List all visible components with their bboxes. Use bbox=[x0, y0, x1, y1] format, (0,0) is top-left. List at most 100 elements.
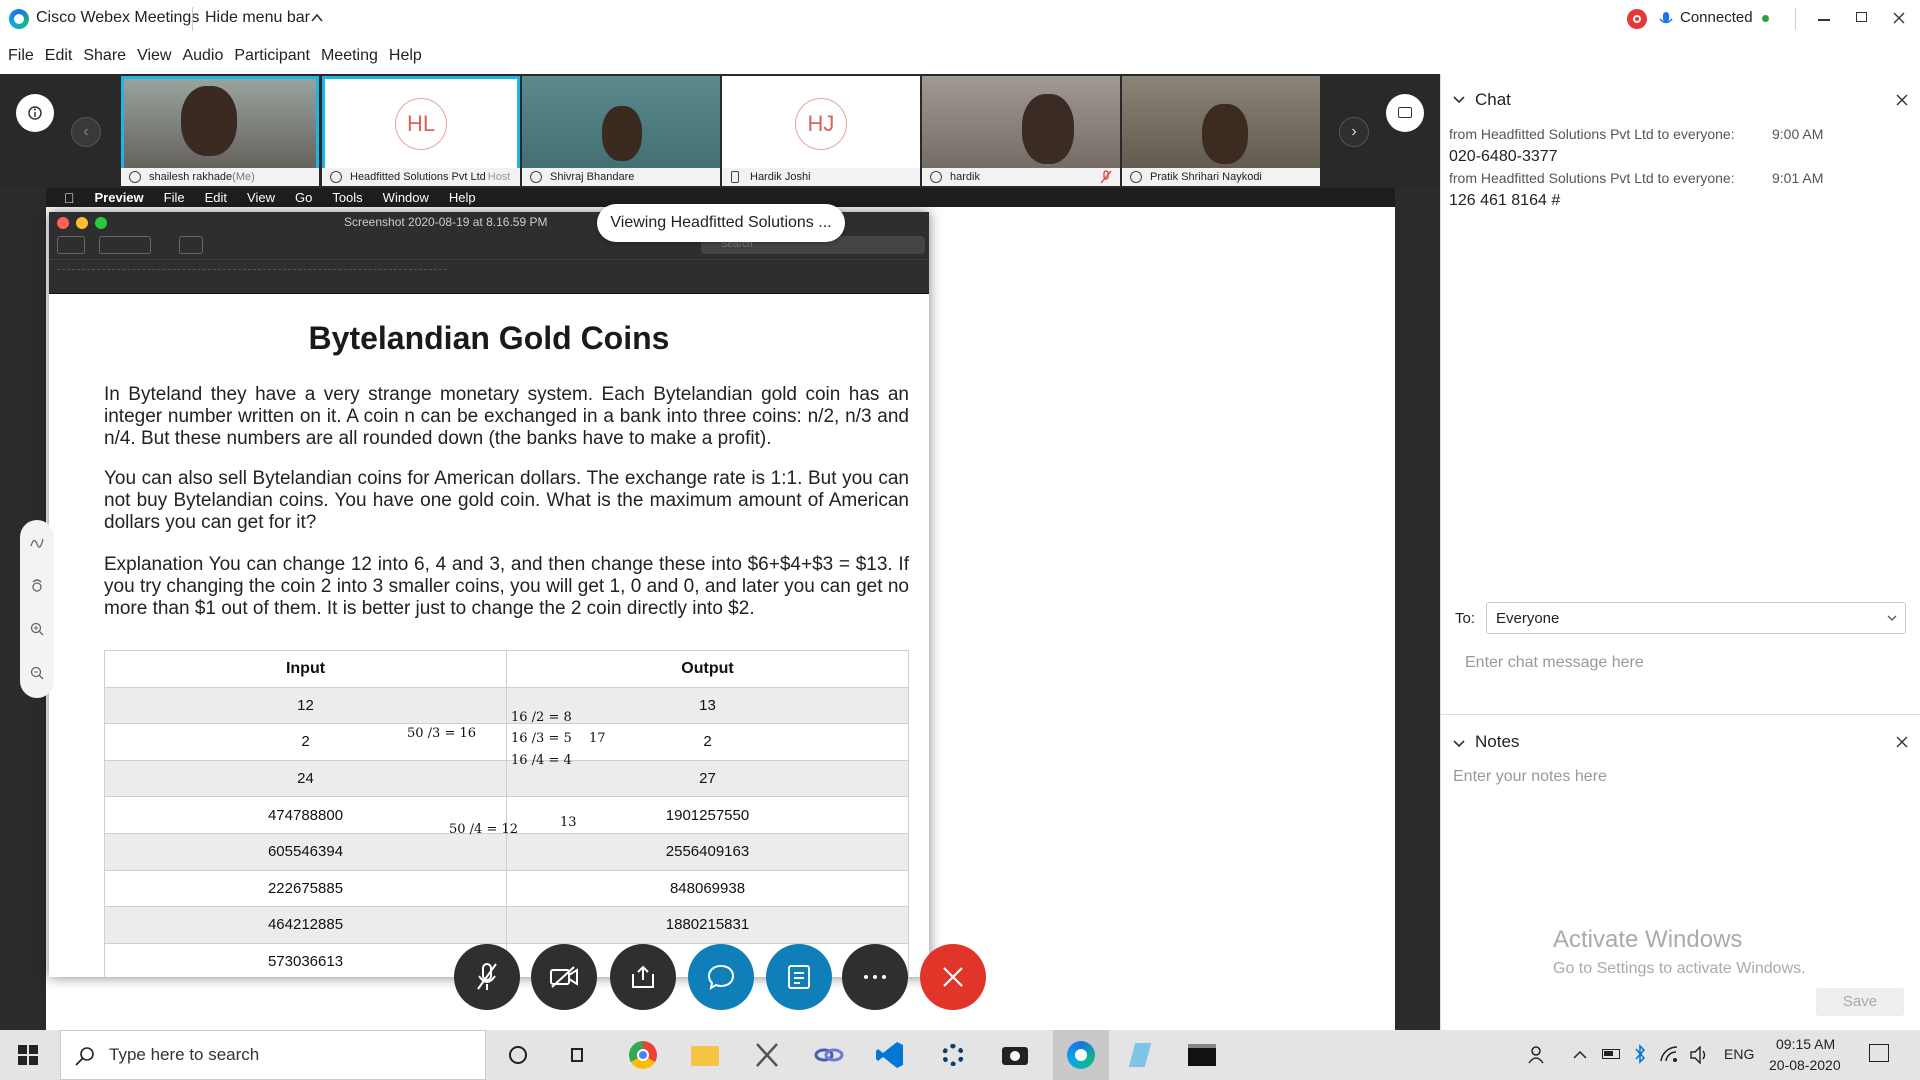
zoom-in-icon[interactable] bbox=[30, 622, 44, 636]
participant-name: Shivraj Bhandare bbox=[550, 171, 635, 183]
participant-name: hardik bbox=[950, 171, 980, 183]
chevron-down-icon[interactable] bbox=[1453, 740, 1465, 748]
menu-edit[interactable]: Edit bbox=[45, 47, 73, 65]
webex-taskbar-active[interactable] bbox=[1053, 1030, 1109, 1080]
windows-taskbar: Type here to search ENG 09:15 AM 20-08-2… bbox=[0, 1030, 1920, 1080]
notes-panel-title: Notes bbox=[1475, 732, 1520, 751]
participant-tile[interactable]: Pratik Shrihari Naykodi bbox=[1122, 76, 1320, 186]
chat-button[interactable] bbox=[688, 944, 754, 1010]
close-notes-icon[interactable] bbox=[1896, 736, 1908, 748]
notes-save-button[interactable]: Save bbox=[1816, 988, 1904, 1016]
participant-tile[interactable]: Shivraj Bhandare bbox=[522, 76, 720, 186]
search-icon bbox=[75, 1047, 94, 1066]
task-view-icon[interactable] bbox=[565, 1040, 597, 1070]
minimize-icon[interactable] bbox=[1818, 19, 1830, 21]
clock-date[interactable]: 20-08-2020 bbox=[1769, 1057, 1841, 1073]
watermark-title: Activate Windows bbox=[1553, 926, 1743, 953]
chrome-icon[interactable] bbox=[627, 1040, 659, 1070]
viewing-indicator[interactable]: Viewing Headfitted Solutions ... bbox=[597, 204, 845, 242]
mac-menu-preview: Preview bbox=[84, 190, 144, 205]
chat-recipient-select[interactable]: Everyone bbox=[1486, 602, 1906, 634]
annotation-text: 16 /2 = 8 bbox=[511, 710, 572, 725]
share-content-button[interactable] bbox=[610, 944, 676, 1010]
battery-icon[interactable] bbox=[1602, 1049, 1620, 1059]
annotation-text: 16 /4 = 4 bbox=[511, 753, 572, 768]
vscode-icon[interactable] bbox=[875, 1040, 907, 1070]
menu-audio[interactable]: Audio bbox=[182, 47, 223, 65]
language-indicator[interactable]: ENG bbox=[1724, 1046, 1754, 1062]
scroll-right-icon[interactable]: › bbox=[1339, 117, 1369, 147]
meeting-info-icon[interactable] bbox=[16, 94, 54, 132]
video-off-icon bbox=[550, 966, 578, 988]
snipping-tool-icon[interactable] bbox=[751, 1040, 783, 1070]
annotate-icon[interactable] bbox=[30, 536, 44, 548]
table-row: 12 13 bbox=[104, 686, 909, 725]
terminal-icon[interactable] bbox=[1186, 1040, 1218, 1070]
settings-gear-icon[interactable] bbox=[937, 1040, 969, 1070]
menu-file[interactable]: File bbox=[8, 47, 34, 65]
participant-tile[interactable]: hardik bbox=[922, 76, 1120, 186]
cortana-icon[interactable] bbox=[509, 1046, 527, 1064]
chevron-up-icon[interactable] bbox=[1573, 1050, 1587, 1059]
table-cell: 2556409163 bbox=[506, 832, 909, 871]
zoom-out-icon[interactable] bbox=[30, 666, 44, 680]
notes-input[interactable]: Enter your notes here bbox=[1453, 768, 1893, 786]
menu-meeting[interactable]: Meeting bbox=[321, 47, 378, 65]
table-cell: 222675885 bbox=[104, 869, 507, 908]
camera-icon[interactable] bbox=[999, 1040, 1031, 1070]
participant-strip: ‹ shailesh rakhade(Me) HL Headfitted Sol… bbox=[0, 74, 1440, 188]
participant-tile[interactable]: HL Headfitted Solutions Pvt Ltd Host bbox=[322, 76, 520, 186]
chevron-down-icon[interactable] bbox=[1453, 96, 1465, 104]
notepad-icon[interactable] bbox=[1124, 1040, 1156, 1070]
chat-message-input[interactable]: Enter chat message here bbox=[1465, 654, 1905, 672]
menu-help[interactable]: Help bbox=[389, 47, 422, 65]
mute-button[interactable] bbox=[454, 944, 520, 1010]
muted-mic-icon bbox=[477, 963, 497, 990]
remote-control-icon[interactable] bbox=[30, 578, 44, 592]
video-button[interactable] bbox=[531, 944, 597, 1010]
recording-icon[interactable] bbox=[1627, 9, 1647, 29]
link-app-icon[interactable] bbox=[813, 1040, 845, 1070]
leave-meeting-button[interactable] bbox=[920, 944, 986, 1010]
notification-center-icon[interactable] bbox=[1869, 1044, 1889, 1062]
close-chat-icon[interactable] bbox=[1896, 94, 1908, 106]
hide-menu-bar-button[interactable]: Hide menu bar bbox=[205, 9, 310, 27]
volume-icon[interactable] bbox=[1690, 1046, 1710, 1064]
chat-message-time: 9:00 AM bbox=[1772, 126, 1824, 142]
table-header: Input bbox=[104, 650, 507, 688]
table-cell: 605546394 bbox=[104, 832, 507, 871]
clock-time[interactable]: 09:15 AM bbox=[1776, 1036, 1835, 1052]
menu-share[interactable]: Share bbox=[83, 47, 126, 65]
annotation-text: 17 bbox=[589, 731, 606, 746]
notes-button[interactable] bbox=[766, 944, 832, 1010]
scroll-left-icon[interactable]: ‹ bbox=[71, 117, 101, 147]
share-screen-icon bbox=[632, 965, 654, 988]
window-divider bbox=[1795, 8, 1796, 30]
zoom-dot-icon bbox=[95, 217, 107, 229]
side-panel: Chat from Headfitted Solutions Pvt Ltd t… bbox=[1440, 74, 1920, 1030]
people-icon[interactable] bbox=[1528, 1045, 1548, 1065]
annotation-tools bbox=[20, 520, 54, 698]
participant-suffix: (Me) bbox=[232, 171, 255, 183]
file-explorer-icon[interactable] bbox=[689, 1040, 721, 1070]
more-options-button[interactable] bbox=[842, 944, 908, 1010]
close-window-icon[interactable] bbox=[1893, 12, 1905, 24]
participant-video bbox=[181, 86, 237, 156]
layout-toggle-icon[interactable] bbox=[1386, 94, 1424, 132]
mac-menu-tools: Tools bbox=[321, 190, 362, 205]
menu-view[interactable]: View bbox=[137, 47, 171, 65]
table-cell: 1880215831 bbox=[506, 906, 909, 944]
table-cell: 464212885 bbox=[104, 906, 507, 944]
taskbar-search-placeholder: Type here to search bbox=[109, 1045, 260, 1064]
chevron-up-icon[interactable] bbox=[311, 13, 323, 23]
restore-icon[interactable] bbox=[1856, 12, 1867, 22]
participant-tile[interactable]: shailesh rakhade(Me) bbox=[121, 76, 319, 186]
participant-tile[interactable]: HJ Hardik Joshi bbox=[722, 76, 920, 186]
wifi-icon[interactable] bbox=[1660, 1045, 1680, 1063]
taskbar-search-box[interactable]: Type here to search bbox=[60, 1030, 486, 1080]
menu-participant[interactable]: Participant bbox=[234, 47, 310, 65]
participant-initials: HL bbox=[395, 98, 447, 150]
participant-video bbox=[1022, 94, 1074, 164]
bluetooth-icon[interactable] bbox=[1634, 1044, 1646, 1064]
windows-start-icon[interactable] bbox=[18, 1045, 38, 1065]
